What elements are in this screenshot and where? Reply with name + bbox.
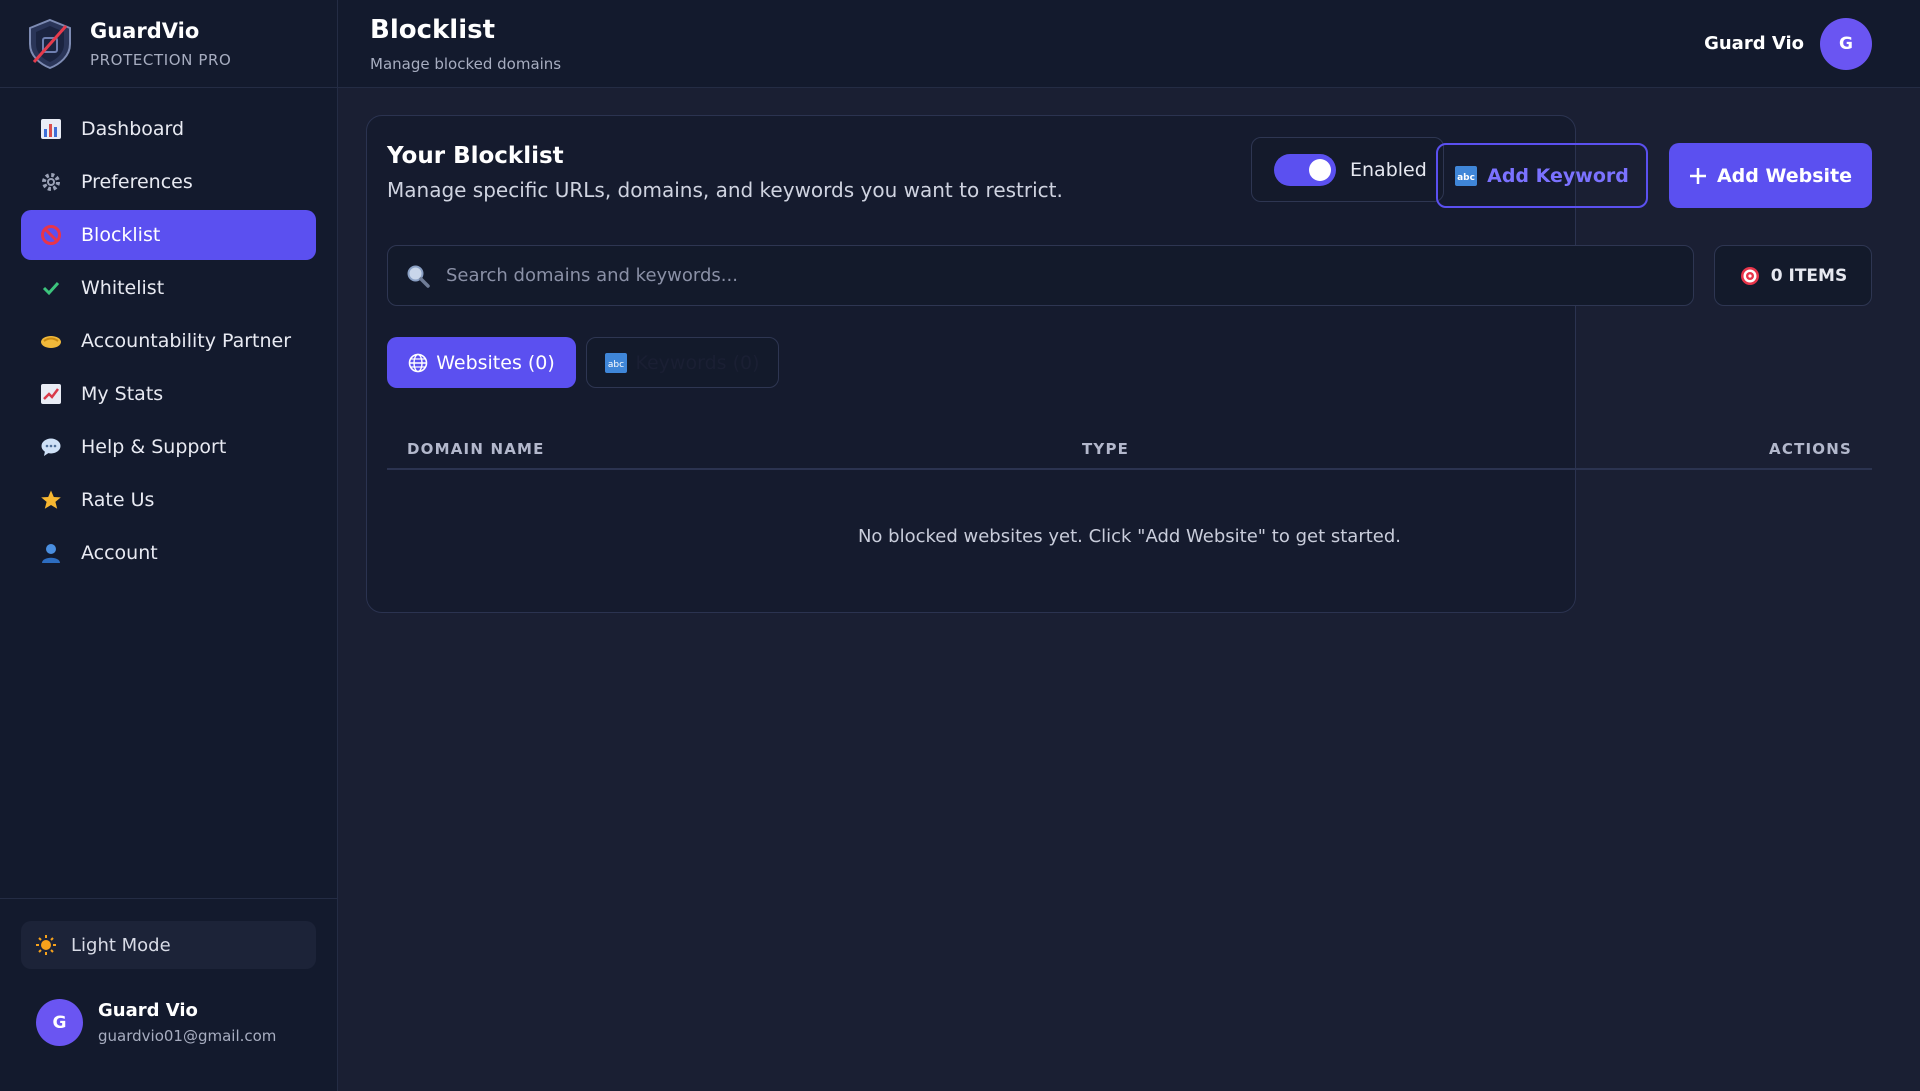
search-icon — [406, 264, 430, 288]
sidebar-item-preferences[interactable]: Preferences — [21, 157, 316, 207]
table-header: DOMAIN NAME TYPE ACTIONS — [387, 422, 1872, 470]
tab-keywords-label: Keywords (0) — [635, 351, 760, 374]
sun-icon — [35, 934, 57, 956]
user-email: guardvio01@gmail.com — [98, 1027, 277, 1045]
sidebar-item-my-stats[interactable]: My Stats — [21, 369, 316, 419]
header-avatar[interactable]: G — [1820, 17, 1872, 70]
add-website-button[interactable]: Add Website — [1669, 143, 1872, 208]
sidebar-item-accountability-partner[interactable]: Accountability Partner — [21, 316, 316, 366]
enabled-label: Enabled — [1350, 158, 1427, 181]
brand-name: GuardVio — [90, 18, 200, 43]
page-title: Blocklist — [370, 14, 496, 45]
app-root: GuardVio PROTECTION PRO Dashboard Prefer… — [0, 0, 1920, 1091]
add-keyword-label: Add Keyword — [1487, 164, 1629, 187]
brand-subtitle: PROTECTION PRO — [90, 50, 232, 69]
abc-icon: abc — [605, 352, 628, 373]
abc-icon: abc — [1455, 165, 1478, 186]
sidebar-item-label: Blocklist — [81, 224, 161, 246]
add-keyword-button[interactable]: abc Add Keyword — [1436, 143, 1648, 208]
prohibited-icon — [39, 223, 63, 247]
avatar: G — [36, 999, 83, 1046]
items-count-badge: 0 ITEMS — [1714, 245, 1872, 306]
globe-icon — [408, 353, 428, 373]
main-content: Blocklist Manage blocked domains Guard V… — [338, 0, 1920, 1091]
toggle-knob — [1309, 158, 1331, 181]
light-mode-button[interactable]: Light Mode — [21, 921, 316, 969]
sidebar-item-label: Dashboard — [81, 118, 185, 140]
top-bar: Blocklist Manage blocked domains Guard V… — [338, 0, 1920, 88]
column-type: TYPE — [1082, 440, 1130, 458]
tab-websites-label: Websites (0) — [436, 351, 555, 374]
card-title: Your Blocklist — [387, 143, 564, 169]
check-icon — [39, 276, 63, 300]
user-profile-card[interactable]: G Guard Vio guardvio01@gmail.com — [21, 999, 316, 1046]
column-actions: ACTIONS — [1769, 440, 1852, 458]
sidebar-item-blocklist[interactable]: Blocklist — [21, 210, 316, 260]
trend-chart-icon — [39, 382, 63, 406]
sidebar-item-label: Help & Support — [81, 436, 227, 458]
blocklist-card: Your Blocklist Manage specific URLs, dom… — [366, 115, 1872, 613]
page-subtitle: Manage blocked domains — [370, 54, 562, 73]
sidebar-item-label: My Stats — [81, 383, 164, 405]
sidebar-item-label: Account — [81, 542, 158, 564]
header-user[interactable]: Guard Vio G — [1704, 17, 1872, 70]
star-icon — [39, 488, 63, 512]
items-count-label: 0 ITEMS — [1770, 265, 1848, 286]
gear-icon — [39, 170, 63, 194]
sidebar-item-help-support[interactable]: Help & Support — [21, 422, 316, 472]
sidebar-nav: Dashboard Preferences Blocklist Whitelis… — [0, 88, 337, 581]
sidebar-item-whitelist[interactable]: Whitelist — [21, 263, 316, 313]
sidebar-item-label: Whitelist — [81, 277, 165, 299]
user-name: Guard Vio — [98, 1000, 198, 1021]
search-input[interactable] — [446, 265, 1693, 286]
search-box — [387, 245, 1694, 306]
add-website-label: Add Website — [1716, 164, 1853, 187]
sidebar-item-rate-us[interactable]: Rate Us — [21, 475, 316, 525]
tab-websites[interactable]: Websites (0) — [387, 337, 576, 388]
bar-chart-icon — [39, 117, 63, 141]
sidebar-item-label: Accountability Partner — [81, 330, 292, 352]
svg-text:abc: abc — [1457, 173, 1475, 183]
plus-icon — [1689, 167, 1707, 185]
tab-keywords[interactable]: abc Keywords (0) — [586, 337, 779, 388]
sidebar-item-dashboard[interactable]: Dashboard — [21, 104, 316, 154]
shield-logo-icon — [29, 18, 71, 69]
sidebar-footer: Light Mode G Guard Vio guardvio01@gmail.… — [0, 898, 337, 1046]
sidebar-item-label: Rate Us — [81, 489, 155, 511]
user-icon — [39, 541, 63, 565]
enabled-toggle-switch[interactable] — [1274, 153, 1336, 186]
sidebar-item-account[interactable]: Account — [21, 528, 316, 578]
brand: GuardVio PROTECTION PRO — [0, 0, 337, 88]
sidebar-item-label: Preferences — [81, 171, 193, 193]
column-domain-name: DOMAIN NAME — [407, 440, 545, 458]
header-user-name: Guard Vio — [1704, 33, 1804, 54]
handshake-icon — [39, 329, 63, 353]
svg-text:abc: abc — [608, 360, 624, 370]
light-mode-label: Light Mode — [71, 934, 171, 956]
enabled-toggle-group: Enabled — [1251, 137, 1444, 202]
sidebar: GuardVio PROTECTION PRO Dashboard Prefer… — [0, 0, 338, 1091]
empty-state-message: No blocked websites yet. Click "Add Webs… — [857, 526, 1402, 547]
card-description: Manage specific URLs, domains, and keywo… — [387, 178, 1063, 202]
target-icon — [1739, 265, 1761, 287]
speech-bubble-icon — [39, 435, 63, 459]
